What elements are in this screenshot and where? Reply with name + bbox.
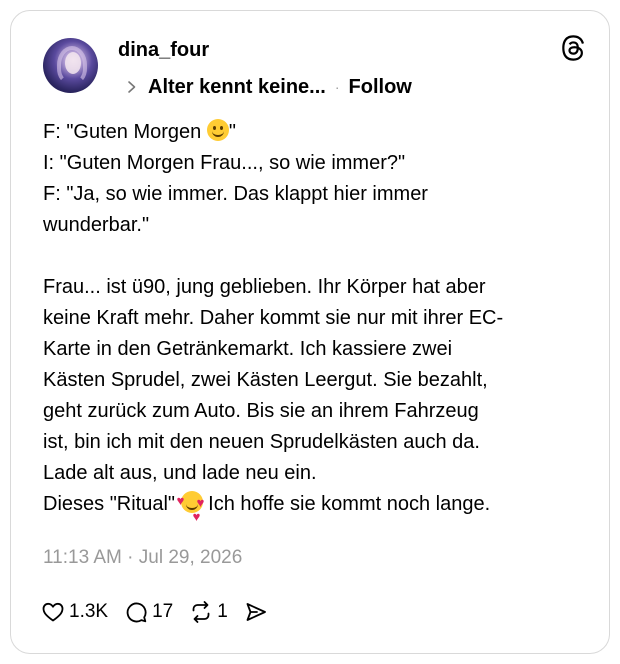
post-line: " [228,121,236,143]
share-button[interactable] [244,600,268,624]
post-line: F: "Guten Morgen [43,121,207,143]
share-icon [246,603,266,621]
post-line: Karte in den Getränkemarkt. Ich kassiere… [43,338,453,360]
follow-button[interactable]: Follow [349,76,412,99]
topic-tag[interactable]: Alter kennt keine... [148,76,326,99]
post-card: dina_four Alter kennt keine... · Follow … [10,10,610,654]
topic-row: Alter kennt keine... · Follow [124,73,412,101]
chevron-right-icon [128,81,136,93]
post-line: Kästen Sprudel, zwei Kästen Leergut. Sie… [43,369,488,391]
repost-button[interactable]: 1 [189,600,228,624]
post-line: keine Kraft mehr. Daher kommt sie nur mi… [43,307,504,329]
post-line: geht zurück zum Auto. Bis sie an ihrem F… [43,400,479,422]
comment-icon [126,602,147,623]
post-line: Lade alt aus, und lade neu ein. [43,462,317,484]
post-line: wunderbar." [43,214,150,236]
heart-icon [42,602,64,622]
post-line: I: "Guten Morgen Frau..., so wie immer?" [43,152,406,174]
action-bar: 1.3K 17 1 [41,597,284,627]
username[interactable]: dina_four [118,39,209,62]
reply-count: 17 [152,601,174,622]
like-count: 1.3K [69,601,109,622]
post-body: F: "Guten Morgen " I: "Guten Morgen Frau… [43,117,583,520]
post-line: Dieses "Ritual" [43,493,181,515]
smiling-face-with-hearts-emoji [177,485,203,516]
post-timestamp[interactable]: 11:13 AM · Jul 29, 2026 [43,547,242,569]
like-button[interactable]: 1.3K [41,600,108,624]
repost-icon [192,601,210,623]
threads-logo-icon[interactable] [561,35,587,61]
post-line: Frau... ist ü90, jung geblieben. Ihr Kör… [43,276,486,298]
post-line: Ich hoffe sie kommt noch lange. [202,493,491,515]
separator-dot: · [334,79,340,95]
post-line: F: "Ja, so wie immer. Das klappt hier im… [43,183,428,205]
reply-button[interactable]: 17 [124,600,173,624]
repost-count: 1 [217,601,228,622]
slightly-smiling-face-emoji [206,119,229,141]
post-line: ist, bin ich mit den neuen Sprudelkästen… [43,431,480,453]
avatar[interactable] [43,38,98,93]
